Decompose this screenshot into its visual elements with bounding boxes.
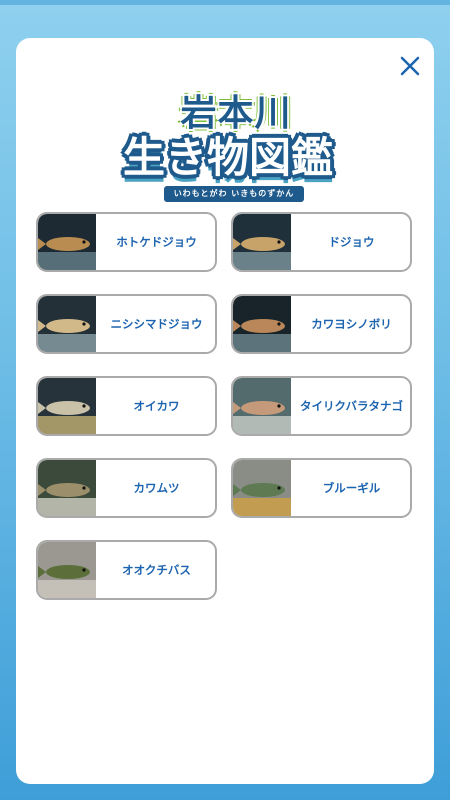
- species-name: オイカワ: [133, 399, 180, 413]
- species-name: オオクチバス: [122, 563, 191, 577]
- logo-subtitle: 生き物図鑑: [122, 133, 333, 182]
- species-grid: ホトケドジョウ ドジョウニシシマドジョウ カワヨシノボリオイカワ タイリクバラタナゴカ…: [36, 212, 416, 604]
- species-name: ドジョウ: [328, 235, 375, 249]
- species-photo: [38, 296, 96, 352]
- species-photo: [38, 460, 96, 516]
- app-logo: 岩本川 生き物図鑑 いわもとがわ いきものずかん: [116, 84, 340, 218]
- species-button[interactable]: オイカワ: [36, 376, 217, 436]
- species-photo: [233, 296, 291, 352]
- species-button[interactable]: オオクチバス: [36, 540, 217, 600]
- species-button[interactable]: ドジョウ: [231, 212, 412, 272]
- species-button[interactable]: ホトケドジョウ: [36, 212, 217, 272]
- species-button[interactable]: タイリクバラタナゴ: [231, 376, 412, 436]
- close-button[interactable]: [396, 52, 424, 80]
- species-photo: [233, 214, 291, 270]
- species-name: カワヨシノボリ: [311, 317, 392, 331]
- logo-title: 岩本川: [180, 93, 292, 134]
- close-icon: [400, 56, 420, 76]
- species-button[interactable]: ブルーギル: [231, 458, 412, 518]
- species-name: ニシシマドジョウ: [110, 317, 203, 331]
- species-name: タイリクバラタナゴ: [300, 399, 403, 413]
- species-photo: [233, 378, 291, 434]
- species-photo: [38, 378, 96, 434]
- top-bar: [0, 0, 450, 5]
- species-photo: [38, 542, 96, 598]
- species-name: カワムツ: [133, 481, 180, 495]
- logo-reading: いわもとがわ いきものずかん: [164, 186, 304, 202]
- species-button[interactable]: ニシシマドジョウ: [36, 294, 217, 354]
- species-name: ブルーギル: [322, 481, 381, 495]
- species-photo: [38, 214, 96, 270]
- species-photo: [233, 460, 291, 516]
- species-name: ホトケドジョウ: [116, 235, 197, 249]
- species-button[interactable]: カワヨシノボリ: [231, 294, 412, 354]
- species-button[interactable]: カワムツ: [36, 458, 217, 518]
